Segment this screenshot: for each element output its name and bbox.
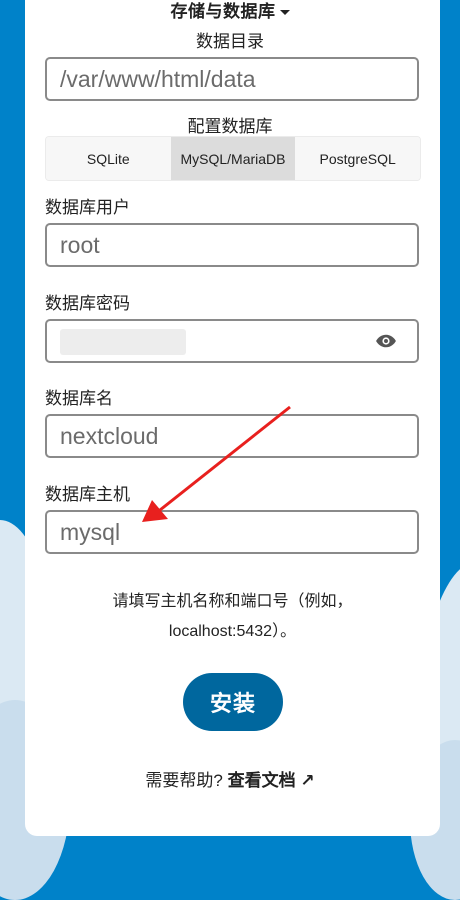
db-password-label: 数据库密码 xyxy=(45,294,130,313)
db-host-label: 数据库主机 xyxy=(45,485,130,504)
tab-mysql-mariadb[interactable]: MySQL/MariaDB xyxy=(170,137,296,180)
db-type-tabs: SQLite MySQL/MariaDB PostgreSQL xyxy=(45,136,421,181)
tab-postgresql[interactable]: PostgreSQL xyxy=(295,137,420,180)
help-row: 需要帮助? 查看文档 ↗ xyxy=(0,766,460,791)
host-hint-line2: localhost:5432）。 xyxy=(168,623,297,640)
db-password-input[interactable] xyxy=(45,319,419,363)
db-user-label: 数据库用户 xyxy=(45,198,130,217)
data-dir-input[interactable]: /var/www/html/data xyxy=(45,57,419,101)
db-config-label: 配置数据库 xyxy=(187,117,273,136)
view-docs-link[interactable]: 查看文档 ↗ xyxy=(228,771,315,790)
db-user-input[interactable]: root xyxy=(45,223,419,267)
password-masked-value xyxy=(60,329,186,355)
storage-db-toggle[interactable]: 存储与数据库 xyxy=(0,0,460,22)
host-hint-line1: 请填写主机名称和端口号（例如， xyxy=(112,593,353,610)
db-host-input[interactable]: mysql xyxy=(45,510,419,554)
tab-sqlite[interactable]: SQLite xyxy=(46,137,171,180)
db-name-label: 数据库名 xyxy=(45,389,113,408)
install-button[interactable]: 安装 xyxy=(183,673,283,731)
storage-db-heading: 存储与数据库 xyxy=(170,2,276,21)
caret-down-icon xyxy=(279,10,290,16)
data-dir-label: 数据目录 xyxy=(196,32,264,51)
db-name-input[interactable]: nextcloud xyxy=(45,414,419,458)
eye-icon[interactable] xyxy=(375,332,397,350)
help-prefix: 需要帮助? xyxy=(145,771,223,790)
